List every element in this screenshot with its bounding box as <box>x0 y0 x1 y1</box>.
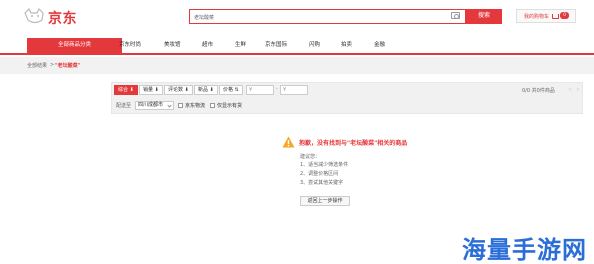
filter-bar: 综合 ⬇ 销量 ⬇ 评论数 ⬇ 新品 ⬇ 价格 ⇅ ¥ - ¥ 0/0 共0件商… <box>111 82 583 114</box>
camera-icon[interactable] <box>451 12 460 19</box>
logo-text: 京东 <box>48 11 77 27</box>
suggestion-item: 1、适当减少筛选条件 <box>300 162 349 168</box>
suggestion-heading: 建议您： <box>300 154 321 160</box>
jd-dog-logo-icon <box>24 7 44 24</box>
chevron-down-icon <box>167 103 172 108</box>
header: 京东 搜索 我的购物车 0 <box>0 0 594 36</box>
watermark-text: 海量手游网 <box>462 236 587 264</box>
warning-icon <box>282 136 295 148</box>
sort-label: 新品 <box>198 87 209 93</box>
sort-reviews[interactable]: 评论数 ⬇ <box>164 85 193 95</box>
jd-logistics-checkbox[interactable] <box>178 103 183 108</box>
nav-item-supermarket[interactable]: 超市 <box>202 38 213 53</box>
jd-logo[interactable]: 京东 <box>22 5 92 29</box>
in-stock-label: 仅显示有货 <box>217 103 243 109</box>
search-button[interactable]: 搜索 <box>466 9 502 24</box>
region-select[interactable]: 四川成都市 <box>135 101 174 110</box>
ship-to-label: 配送至 <box>116 103 132 109</box>
main-nav: 全部商品分类 京东时尚 美妆馆 超市 生鲜 京东国际 闪购 拍卖 金融 <box>0 38 594 55</box>
in-stock-checkbox[interactable] <box>210 103 215 108</box>
nav-item-global[interactable]: 京东国际 <box>265 38 287 53</box>
sort-sales[interactable]: 销量 ⬇ <box>139 85 163 95</box>
sort-new[interactable]: 新品 ⬇ <box>194 85 218 95</box>
cart-count-badge: 0 <box>560 12 569 19</box>
search-box <box>189 9 466 24</box>
pager-count: 0/0 共0件商品 <box>522 88 555 94</box>
price-max-input[interactable]: ¥ <box>280 85 308 95</box>
nav-item-flash[interactable]: 闪购 <box>309 38 320 53</box>
suggestion-item: 2、调整价格区间 <box>300 171 339 177</box>
breadcrumb-keyword: "老坛酸菜" <box>55 63 81 69</box>
breadcrumb-all-results[interactable]: 全部结果 <box>27 62 47 69</box>
pager-prev-button[interactable]: < <box>568 85 574 95</box>
sort-comprehensive[interactable]: 综合 ⬇ <box>114 85 138 95</box>
breadcrumb: 全部结果 > "老坛酸菜" <box>0 57 594 74</box>
breadcrumb-separator: > <box>50 62 55 68</box>
nav-item-beauty[interactable]: 美妆馆 <box>164 38 181 53</box>
cart-label: 我的购物车 <box>524 14 550 20</box>
all-categories-button[interactable]: 全部商品分类 <box>27 38 122 53</box>
empty-result-title: 抱歉，没有找到与"老坛酸菜"相关的商品 <box>299 140 408 147</box>
back-button[interactable]: 返回上一步操作 <box>300 196 350 206</box>
cart-button[interactable]: 我的购物车 0 <box>516 9 576 23</box>
nav-item-fashion[interactable]: 京东时尚 <box>119 38 141 53</box>
jd-logistics-label: 京东物流 <box>185 103 206 109</box>
nav-item-fresh[interactable]: 生鲜 <box>235 38 246 53</box>
nav-item-finance[interactable]: 金融 <box>374 38 385 53</box>
price-min-input[interactable]: ¥ <box>246 85 274 95</box>
sort-label: 评论数 <box>168 87 184 93</box>
watermark: 海量手游网 <box>462 230 588 264</box>
cart-icon <box>552 14 559 19</box>
nav-item-auction[interactable]: 拍卖 <box>341 38 352 53</box>
region-value: 四川成都市 <box>138 102 164 108</box>
suggestion-item: 3、尝试其他关键字 <box>300 180 344 186</box>
sort-label: 价格 <box>223 87 234 93</box>
sort-price[interactable]: 价格 ⇅ <box>219 85 243 95</box>
price-dash: - <box>276 86 278 92</box>
pager-next-button[interactable]: > <box>576 85 582 95</box>
sort-label: 综合 <box>118 87 129 93</box>
search-input[interactable] <box>194 13 434 21</box>
sort-label: 销量 <box>143 87 154 93</box>
